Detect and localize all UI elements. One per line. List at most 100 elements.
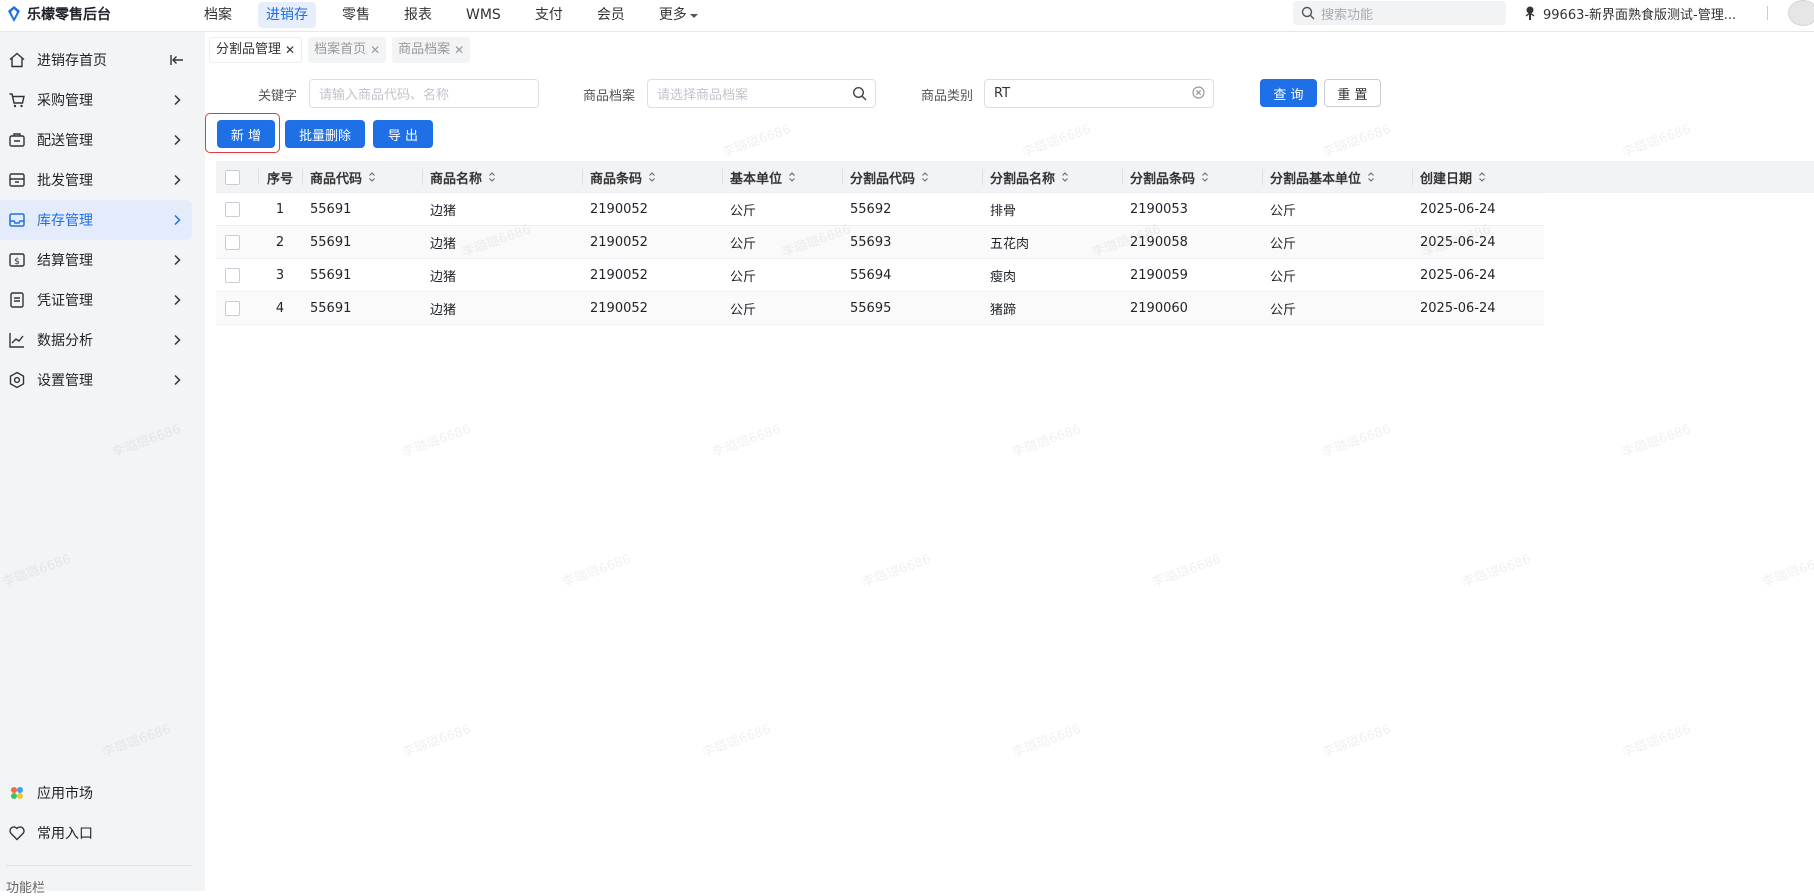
query-button[interactable]: 查 询 [1260,79,1317,107]
sidebar-item[interactable]: 配送管理 [0,120,192,160]
sidebar-item[interactable]: 进销存首页 [0,40,192,80]
sidebar-item[interactable]: 数据分析 [0,320,192,360]
table-cell: 2025-06-24 [1420,235,1496,250]
avatar[interactable] [1788,0,1814,26]
page-tab[interactable]: 分割品管理 ✕ [209,37,303,63]
page-tab-label: 分割品管理 [216,42,282,57]
column-header[interactable]: 分割品条码 [1130,161,1195,194]
sidebar-item[interactable]: 采购管理 [0,80,192,120]
column-divider [982,169,983,185]
table-row[interactable]: 4 55691 边猪 2190052 公斤 55695 猪蹄 2190060 公斤 2025-06… [216,292,1544,325]
watermark-text: 李璐璐6686 [1010,722,1084,761]
column-header[interactable]: 基本单位 [730,161,782,194]
topnav-item[interactable]: WMS [458,2,509,28]
table-cell: 2190052 [590,235,648,250]
sort-icon[interactable] [1478,171,1486,183]
reset-button[interactable]: 重 置 [1324,79,1381,107]
sidebar-item-label: 进销存首页 [37,53,107,69]
watermark-text: 李璐璐6686 [1760,552,1814,591]
sort-icon[interactable] [648,171,656,183]
row-checkbox[interactable] [225,235,240,250]
chart-icon [8,331,26,349]
export-button[interactable]: 导 出 [373,120,433,148]
table-cell: 55691 [310,301,352,316]
store-name: 99663-新界面熟食版测试-管理... [1543,7,1737,23]
table-cell: 2190060 [1130,301,1188,316]
table-cell: 公斤 [730,270,757,285]
table-row[interactable]: 2 55691 边猪 2190052 公斤 55693 五花肉 2190058 公斤 2025-0… [216,226,1544,259]
sort-icon[interactable] [488,171,496,183]
table-cell: 55692 [850,202,892,217]
watermark-text: 李璐璐6686 [400,722,474,761]
close-icon[interactable]: ✕ [454,37,464,63]
sidebar-bottom-item[interactable]: 应用市场 [0,773,192,813]
column-divider [302,169,303,185]
topnav-item[interactable]: 档案 [196,2,240,28]
sort-icon[interactable] [368,171,376,183]
category-select[interactable]: RT [984,79,1214,108]
table-cell: 边猪 [430,303,457,318]
close-icon[interactable]: ✕ [370,37,380,63]
search-icon[interactable] [852,86,867,101]
topnav-item[interactable]: 零售 [334,2,378,28]
column-header[interactable]: 商品条码 [590,161,642,194]
topnav-item[interactable]: 进销存 [258,2,316,28]
table-row[interactable]: 3 55691 边猪 2190052 公斤 55694 瘦肉 2190059 公斤 2025-06… [216,259,1544,292]
clear-icon[interactable] [1192,86,1205,99]
product-archive-placeholder: 请选择商品档案 [657,88,749,103]
table-cell: 2190052 [590,268,648,283]
sidebar-item-label: 凭证管理 [37,293,93,309]
search-icon [1301,6,1315,20]
column-header[interactable]: 分割品基本单位 [1270,161,1361,194]
topnav-item[interactable]: 支付 [527,2,571,28]
table-cell: 边猪 [430,270,457,285]
row-checkbox[interactable] [225,301,240,316]
store-switcher[interactable]: 99663-新界面熟食版测试-管理... [1523,2,1736,24]
function-search-input[interactable]: 搜索功能 [1293,1,1506,25]
select-all-checkbox[interactable] [225,170,240,185]
heart-icon [8,824,26,842]
topnav-item[interactable]: 报表 [396,2,440,28]
page-tab-label: 商品档案 [398,42,451,57]
column-divider [1122,169,1123,185]
sidebar-bottom-item[interactable]: 常用入口 [0,813,192,853]
column-divider [422,169,423,185]
sort-icon[interactable] [1201,171,1209,183]
column-header[interactable]: 创建日期 [1420,161,1472,194]
product-archive-select[interactable]: 请选择商品档案 [647,79,876,108]
column-header[interactable]: 商品代码 [310,161,362,194]
sidebar-item[interactable]: 凭证管理 [0,280,192,320]
table-cell: 边猪 [430,237,457,252]
sidebar-item[interactable]: 批发管理 [0,160,192,200]
close-icon[interactable]: ✕ [285,37,295,63]
row-checkbox[interactable] [225,202,240,217]
top-divider [1767,6,1768,20]
topnav-item[interactable]: 会员 [589,2,633,28]
app-logo[interactable]: 乐檬零售后台 [6,3,111,25]
sort-icon[interactable] [1061,171,1069,183]
sidebar-item[interactable]: $ 结算管理 [0,240,192,280]
column-header[interactable]: 商品名称 [430,161,482,194]
batch-delete-button[interactable]: 批量删除 [285,120,365,148]
column-header[interactable]: 分割品代码 [850,161,915,194]
page-tab[interactable]: 商品档案 ✕ [392,37,471,63]
collapse-sidebar-icon[interactable] [168,51,186,69]
table-row[interactable]: 1 55691 边猪 2190052 公斤 55692 排骨 2190053 公斤 2025-06… [216,193,1544,226]
page-tab[interactable]: 档案首页 ✕ [308,37,387,63]
sort-icon[interactable] [921,171,929,183]
keyword-input[interactable]: 请输入商品代码、名称 [309,79,539,108]
column-header[interactable]: 分割品名称 [990,161,1055,194]
sidebar-item[interactable]: 设置管理 [0,360,192,400]
watermark-text: 李璐璐6686 [1010,422,1084,461]
sort-icon[interactable] [1367,171,1375,183]
top-navigation: 档案 进销存 零售 报表 WMS 支付 会员 更多 [196,0,724,30]
row-checkbox[interactable] [225,268,240,283]
chevron-right-icon [168,91,186,109]
sidebar-item[interactable]: 库存管理 [0,200,192,240]
topnav-more-menu[interactable]: 更多 [651,2,706,28]
logo-icon [8,6,20,22]
chevron-right-icon [168,331,186,349]
sort-icon[interactable] [788,171,796,183]
add-button[interactable]: 新 增 [217,120,275,148]
table-cell: 55695 [850,301,892,316]
